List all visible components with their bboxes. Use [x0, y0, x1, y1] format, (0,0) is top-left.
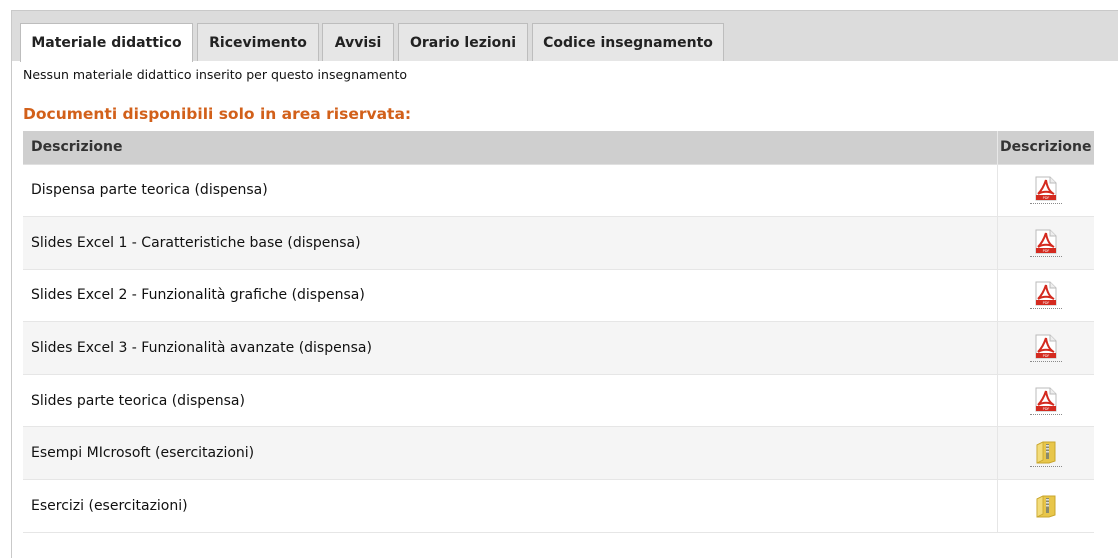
- document-download-cell[interactable]: PDF: [997, 269, 1094, 323]
- document-download-cell[interactable]: [997, 479, 1094, 533]
- pdf-icon[interactable]: PDF: [1035, 387, 1057, 412]
- document-description: Slides Excel 2 - Funzionalità grafiche (…: [23, 269, 998, 323]
- document-download-cell[interactable]: PDF: [997, 216, 1094, 270]
- reserved-area-heading: Documenti disponibili solo in area riser…: [23, 105, 412, 123]
- svg-text:PDF: PDF: [1042, 249, 1049, 253]
- document-description: Esempi MIcrosoft (esercitazioni): [23, 426, 998, 481]
- tab-avvisi[interactable]: Avvisi: [322, 23, 394, 61]
- document-description: Slides parte teorica (dispensa): [23, 374, 998, 428]
- zip-folder-icon[interactable]: [1035, 439, 1057, 464]
- svg-text:PDF: PDF: [1042, 196, 1049, 200]
- dotted-underline: [1029, 413, 1062, 415]
- document-description: Slides Excel 1 - Caratteristiche base (d…: [23, 216, 998, 270]
- documents-table: Descrizione Descrizione Dispensa parte t…: [23, 131, 1094, 533]
- svg-text:PDF: PDF: [1042, 301, 1049, 305]
- svg-text:PDF: PDF: [1042, 407, 1049, 411]
- pdf-icon[interactable]: PDF: [1035, 229, 1057, 254]
- document-description: Slides Excel 3 - Funzionalità avanzate (…: [23, 321, 998, 375]
- table-row: Slides Excel 2 - Funzionalità grafiche (…: [23, 269, 1094, 323]
- dotted-underline: [1029, 255, 1062, 257]
- table-header-row: Descrizione Descrizione: [23, 131, 1094, 164]
- document-description: Esercizi (esercitazioni): [23, 479, 998, 533]
- table-row: Slides parte teorica (dispensa) PDF: [23, 374, 1094, 428]
- document-download-cell[interactable]: [997, 426, 1094, 481]
- pdf-icon[interactable]: PDF: [1035, 176, 1057, 201]
- svg-text:PDF: PDF: [1042, 354, 1049, 358]
- table-row: Slides Excel 3 - Funzionalità avanzate (…: [23, 321, 1094, 375]
- dotted-underline: [1029, 203, 1062, 205]
- zip-folder-icon[interactable]: [1035, 493, 1057, 519]
- tab-codice-insegnamento[interactable]: Codice insegnamento: [532, 23, 724, 61]
- dotted-underline: [1029, 361, 1062, 363]
- document-description: Dispensa parte teorica (dispensa): [23, 163, 998, 218]
- document-download-cell[interactable]: PDF: [997, 374, 1094, 428]
- tab-bar: Materiale didattico Ricevimento Avvisi O…: [12, 11, 1118, 62]
- dotted-underline: [1029, 466, 1062, 468]
- dotted-underline: [1029, 308, 1062, 310]
- pdf-icon[interactable]: PDF: [1035, 334, 1057, 359]
- document-download-cell[interactable]: PDF: [997, 321, 1094, 375]
- table-row: Slides Excel 1 - Caratteristiche base (d…: [23, 216, 1094, 270]
- table-row: Esempi MIcrosoft (esercitazioni): [23, 426, 1094, 481]
- tab-materiale-didattico[interactable]: Materiale didattico: [20, 23, 193, 62]
- document-download-cell[interactable]: PDF: [997, 163, 1094, 218]
- pdf-icon[interactable]: PDF: [1035, 281, 1057, 306]
- tab-ricevimento[interactable]: Ricevimento: [197, 23, 319, 61]
- table-row: Dispensa parte teorica (dispensa) PDF: [23, 163, 1094, 218]
- header-descrizione: Descrizione: [23, 131, 998, 164]
- no-material-notice: Nessun materiale didattico inserito per …: [23, 67, 407, 82]
- table-row: Esercizi (esercitazioni): [23, 479, 1094, 533]
- tab-orario-lezioni[interactable]: Orario lezioni: [398, 23, 528, 61]
- header-descrizione-file: Descrizione: [997, 131, 1094, 164]
